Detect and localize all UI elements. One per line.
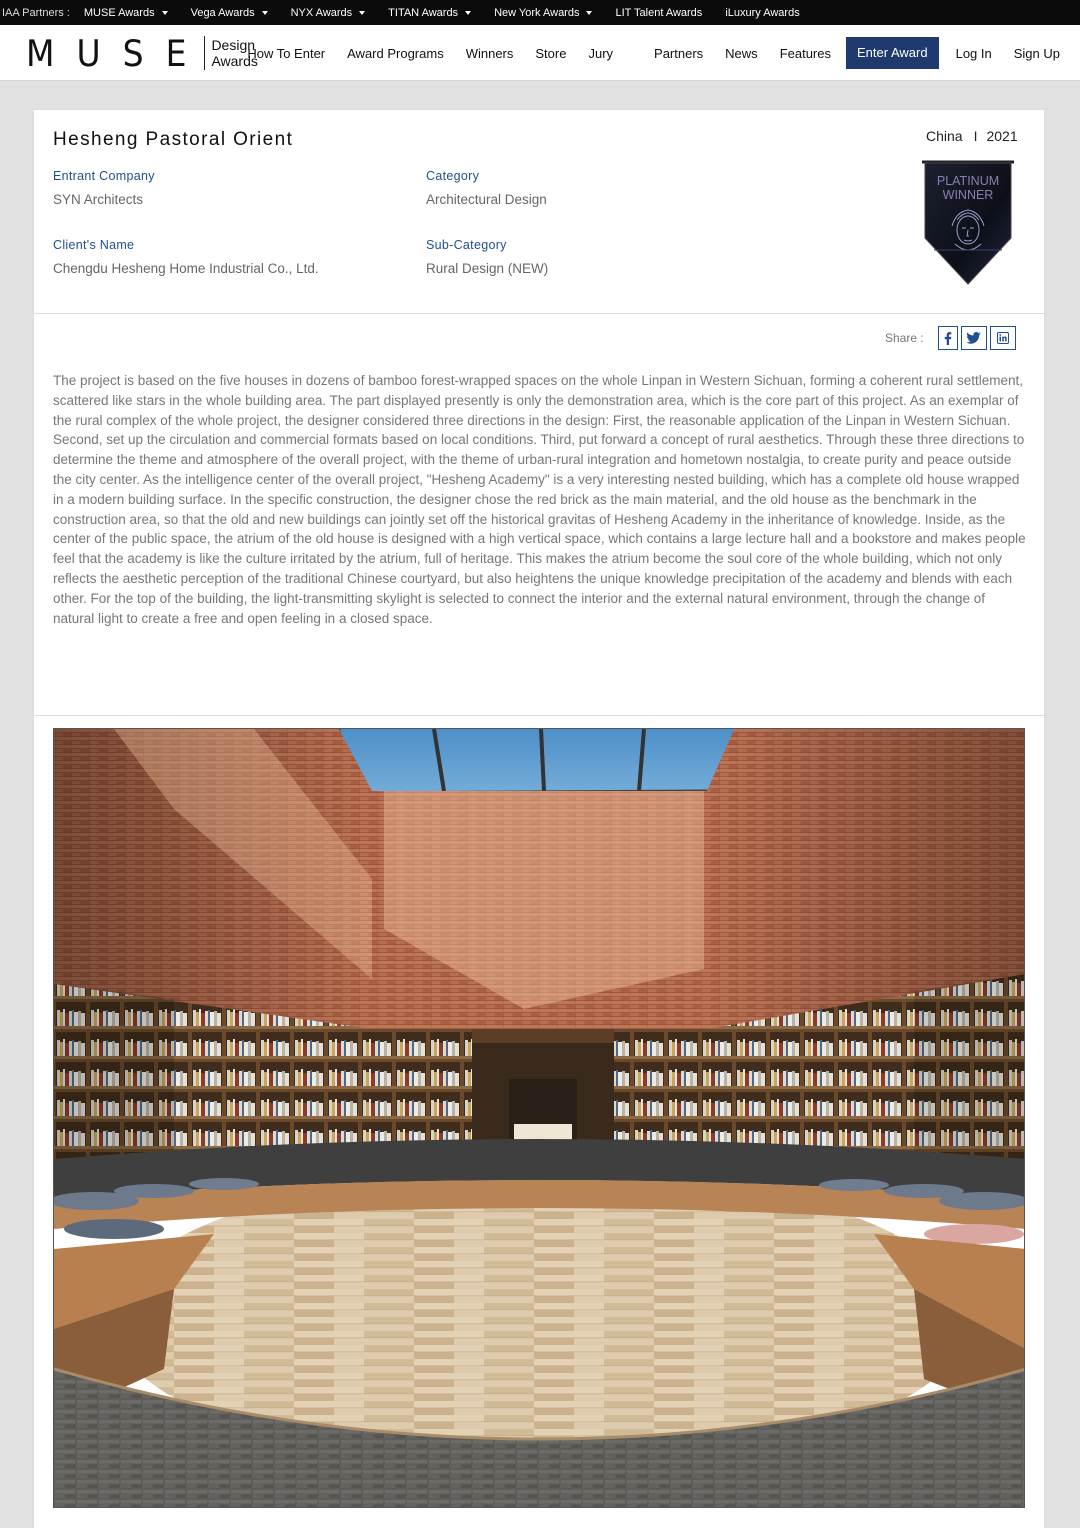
- nav-partners[interactable]: Partners: [643, 46, 714, 61]
- partner-new-york-awards[interactable]: New York Awards: [494, 6, 593, 19]
- site-header: MUSE Design Awards How To Enter Award Pr…: [0, 25, 1080, 81]
- share-bar: Share :: [885, 326, 1016, 350]
- entry-year: 2021: [986, 128, 1018, 144]
- partner-label: NYX Awards: [290, 6, 353, 19]
- caret-down-icon: [465, 10, 472, 15]
- nav-winners[interactable]: Winners: [455, 46, 525, 61]
- location-separator: I: [973, 128, 978, 144]
- partner-label: TITAN Awards: [388, 6, 459, 19]
- partner-label: New York Awards: [494, 6, 580, 19]
- logo-wordmark: MUSE: [26, 31, 209, 75]
- facebook-icon: [944, 331, 952, 345]
- partner-vega-awards[interactable]: Vega Awards: [191, 7, 268, 19]
- nav-award-programs[interactable]: Award Programs: [336, 46, 455, 61]
- entrant-company-label: Entrant Company: [53, 169, 155, 183]
- partner-iluxury-awards[interactable]: iLuxury Awards: [725, 7, 799, 19]
- entry-title: Hesheng Pastoral Orient: [53, 129, 294, 150]
- nav-news[interactable]: News: [714, 46, 769, 61]
- caret-down-icon: [586, 10, 593, 15]
- linkedin-icon: [996, 332, 1009, 344]
- partner-nyx-awards[interactable]: NYX Awards: [291, 7, 366, 19]
- partner-bar: IAA Partners : MUSE Awards Vega Awards N…: [0, 0, 1080, 25]
- category-label: Category: [426, 169, 480, 183]
- section-divider: [34, 313, 1044, 314]
- atrium-image: [54, 729, 1024, 1507]
- twitter-share-button[interactable]: [960, 326, 987, 350]
- share-label: Share :: [885, 331, 924, 345]
- badge-line-1: PLATINUM: [937, 174, 999, 188]
- partner-muse-awards[interactable]: MUSE Awards: [84, 7, 168, 19]
- project-photo[interactable]: [53, 728, 1025, 1508]
- partner-titan-awards[interactable]: TITAN Awards: [388, 6, 472, 19]
- category-value: Architectural Design: [426, 192, 547, 207]
- platinum-winner-badge: PLATINUM WINNER: [922, 160, 1014, 285]
- nav-how-to-enter[interactable]: How To Enter: [236, 46, 336, 61]
- client-name-label: Client's Name: [53, 238, 135, 252]
- caret-down-icon: [261, 10, 268, 15]
- partner-bar-label: IAA Partners :: [2, 6, 70, 19]
- partner-label: Vega Awards: [190, 6, 255, 19]
- muse-logo[interactable]: MUSE Design Awards: [26, 31, 258, 75]
- signup-link[interactable]: Sign Up: [1003, 46, 1080, 61]
- entrant-company-value: SYN Architects: [53, 192, 144, 207]
- entry-card: Hesheng Pastoral Orient China I 2021 Entra…: [33, 109, 1045, 1528]
- entry-country: China: [926, 128, 963, 144]
- nav-jury[interactable]: Jury: [577, 46, 643, 61]
- twitter-icon: [966, 332, 981, 344]
- partner-label: MUSE Awards: [83, 6, 155, 19]
- subcategory-value: Rural Design (NEW): [426, 261, 549, 276]
- partner-label: LIT Talent Awards: [615, 6, 703, 19]
- section-divider: [34, 715, 1044, 716]
- nav-store[interactable]: Store: [524, 46, 577, 61]
- subcategory-label: Sub-Category: [426, 238, 507, 252]
- client-name-value: Chengdu Hesheng Home Industrial Co., Ltd…: [53, 261, 319, 276]
- partner-label: iLuxury Awards: [725, 6, 800, 19]
- caret-down-icon: [161, 10, 168, 15]
- login-link[interactable]: Log In: [945, 46, 1003, 61]
- badge-line-2: WINNER: [943, 188, 994, 202]
- main-nav: How To Enter Award Programs Winners Stor…: [236, 36, 1080, 70]
- nav-features[interactable]: Features: [769, 46, 842, 61]
- caret-down-icon: [359, 10, 366, 15]
- enter-award-button[interactable]: Enter Award: [846, 37, 939, 69]
- linkedin-share-button[interactable]: [989, 326, 1016, 350]
- partner-lit-talent-awards[interactable]: LIT Talent Awards: [615, 7, 702, 19]
- location-year: China I 2021: [926, 128, 1018, 144]
- facebook-share-button[interactable]: [937, 326, 958, 350]
- entry-description: The project is based on the five houses …: [53, 373, 1026, 626]
